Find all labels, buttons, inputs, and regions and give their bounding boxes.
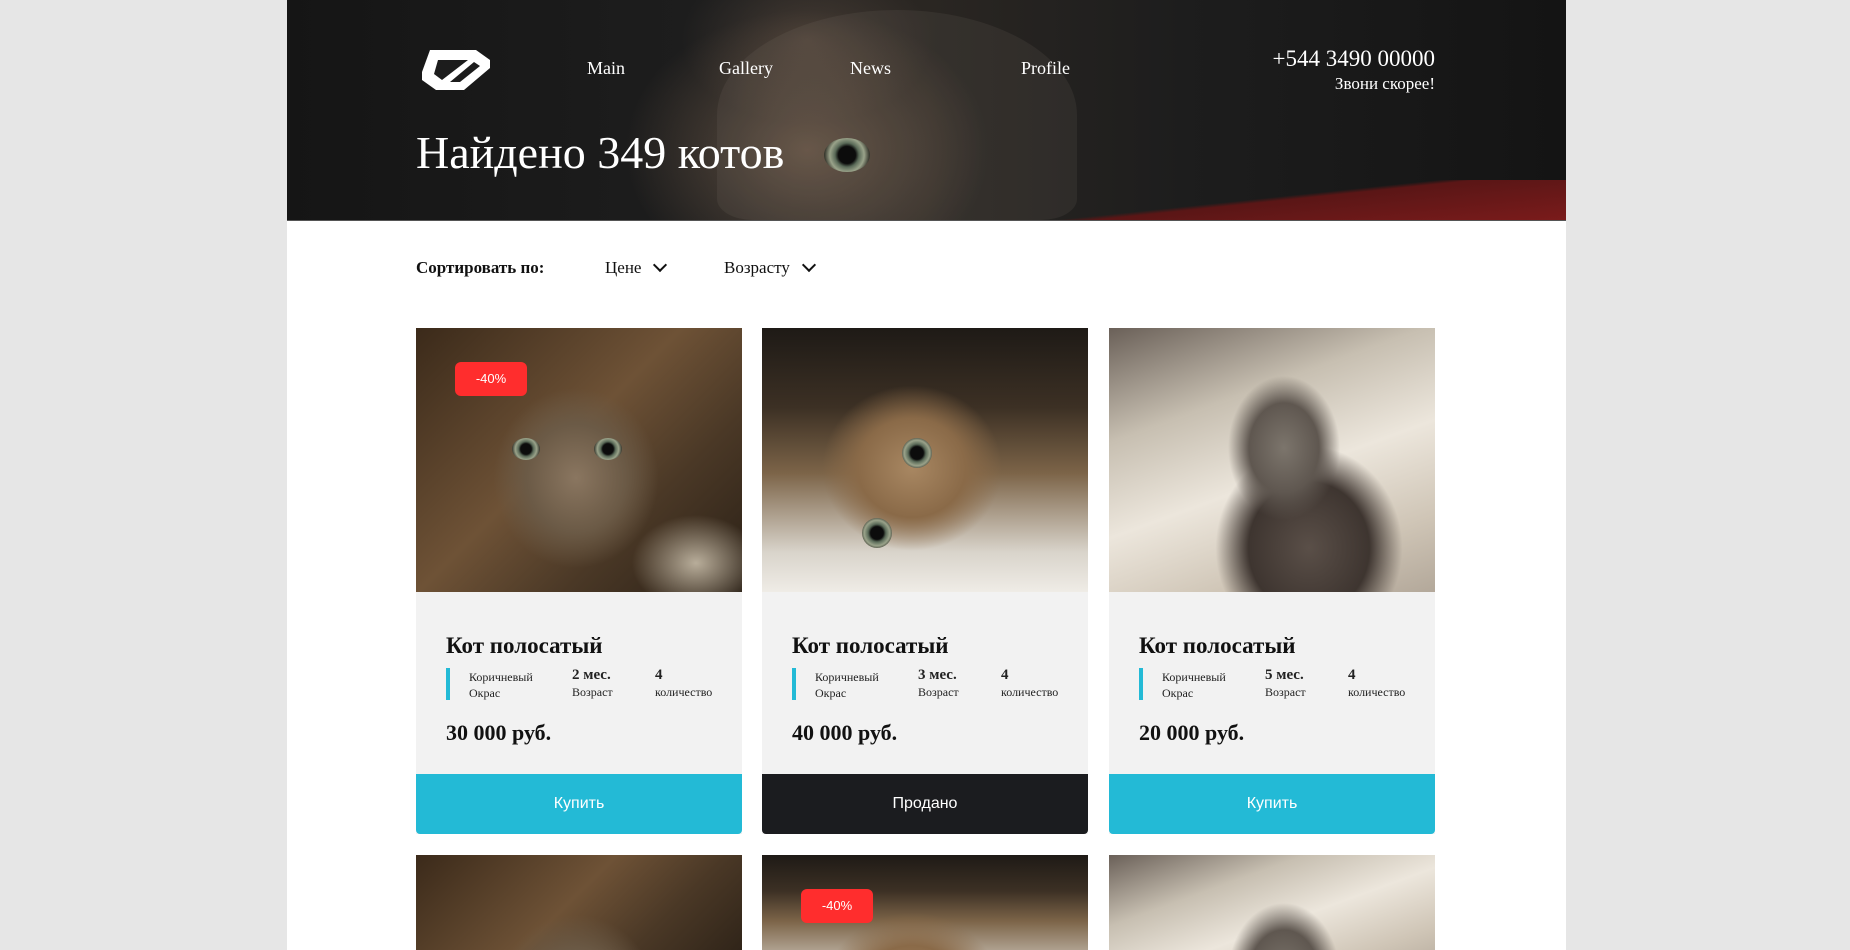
cat-photo[interactable] — [762, 328, 1088, 592]
spec-color-label: Окрас — [815, 686, 847, 700]
spec-age-label: Возраст — [1265, 685, 1306, 699]
spec-color-value: Коричневый — [469, 670, 533, 684]
spec-age-value: 3 мес. — [918, 667, 957, 683]
spec-age-value: 5 мес. — [1265, 667, 1304, 683]
cat-photo[interactable]: -40% — [416, 328, 742, 592]
spec-age-label: Возраст — [572, 685, 613, 699]
cat-photo[interactable]: -40% — [762, 855, 1088, 950]
spec-color-label: Окрас — [469, 686, 501, 700]
cat-eye — [512, 438, 540, 460]
discount-badge: -40% — [455, 362, 527, 396]
spec-color-label: Окрас — [1162, 686, 1194, 700]
logo-icon[interactable] — [416, 44, 496, 96]
page-title: Найдено 349 котов — [416, 127, 785, 178]
spec-count-value: 4 — [1348, 667, 1356, 683]
spec-age: 3 мес. Возраст — [918, 667, 959, 701]
spec-accent-bar — [446, 668, 450, 700]
cat-card: -40% Кот полосатый Коричневый Окрас 2 мес… — [416, 328, 742, 834]
spec-count-value: 4 — [655, 667, 663, 683]
hero-red-stripe — [966, 180, 1566, 220]
card-title[interactable]: Кот полосатый — [446, 633, 603, 659]
sort-by-age[interactable]: Возрасту — [724, 257, 816, 278]
cat-card: Кот полосатый Коричневый Окрас 3 мес. Возр… — [762, 328, 1088, 834]
card-title[interactable]: Кот полосатый — [792, 633, 949, 659]
hero-cat-eye — [824, 138, 870, 172]
cat-photo[interactable] — [1109, 855, 1435, 950]
spec-color: Коричневый Окрас — [469, 669, 533, 701]
card-title[interactable]: Кот полосатый — [1139, 633, 1296, 659]
cat-photo[interactable] — [1109, 328, 1435, 592]
nav-news[interactable]: News — [850, 58, 891, 79]
spec-age-value: 2 мес. — [572, 667, 611, 683]
nav-gallery[interactable]: Gallery — [719, 58, 773, 79]
price: 20 000 руб. — [1139, 720, 1245, 745]
chevron-down-icon — [801, 257, 816, 273]
sort-by-price-label: Цене — [605, 258, 642, 277]
spec-count-label: количество — [1348, 685, 1406, 699]
page: Main Gallery News Profile +544 3490 0000… — [287, 0, 1566, 950]
hero-banner: Main Gallery News Profile +544 3490 0000… — [287, 0, 1566, 221]
discount-badge: -40% — [801, 889, 873, 923]
spec-accent-bar — [792, 668, 796, 700]
phone-note: Звони скорее! — [1334, 74, 1435, 93]
spec-age-label: Возраст — [918, 685, 959, 699]
spec-color-value: Коричневый — [1162, 670, 1226, 684]
sort-label: Сортировать по: — [416, 258, 545, 277]
buy-button[interactable]: Купить — [1109, 774, 1435, 834]
spec-count-label: количество — [1001, 685, 1059, 699]
buy-button[interactable]: Купить — [416, 774, 742, 834]
spec-color: Коричневый Окрас — [1162, 669, 1226, 701]
spec-count: 4 количество — [655, 667, 712, 701]
spec-age: 2 мес. Возраст — [572, 667, 613, 701]
spec-count-value: 4 — [1001, 667, 1009, 683]
sort-by-age-label: Возрасту — [724, 258, 790, 277]
spec-age: 5 мес. Возраст — [1265, 667, 1306, 701]
cat-photo[interactable] — [416, 855, 742, 950]
cat-card: Кот полосатый Коричневый Окрас 5 мес. Возр… — [1109, 328, 1435, 834]
spec-accent-bar — [1139, 668, 1143, 700]
sort-by-price[interactable]: Цене — [605, 257, 668, 278]
nav-profile[interactable]: Profile — [1021, 58, 1070, 79]
spec-color: Коричневый Окрас — [815, 669, 879, 701]
price: 30 000 руб. — [446, 720, 552, 745]
nav-main[interactable]: Main — [587, 58, 625, 79]
chevron-down-icon — [653, 257, 668, 273]
sold-button[interactable]: Продано — [762, 774, 1088, 834]
spec-count: 4 количество — [1001, 667, 1058, 701]
phone-number[interactable]: +544 3490 00000 — [1273, 46, 1435, 72]
spec-count-label: количество — [655, 685, 713, 699]
spec-color-value: Коричневый — [815, 670, 879, 684]
cat-eye — [862, 518, 892, 548]
price: 40 000 руб. — [792, 720, 898, 745]
cat-eye — [902, 438, 932, 468]
spec-count: 4 количество — [1348, 667, 1405, 701]
cat-eye — [594, 438, 622, 460]
